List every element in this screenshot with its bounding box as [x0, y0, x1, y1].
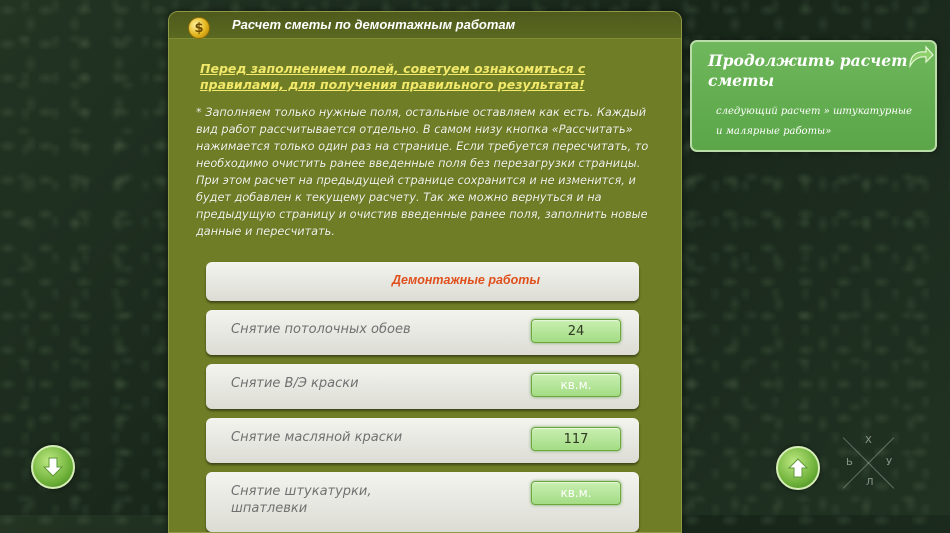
section-header-row: Демонтажные работы: [206, 262, 639, 301]
logo-letter: Х: [865, 435, 872, 446]
work-label: Снятие масляной краски: [231, 430, 403, 445]
logo-letter: У: [886, 457, 893, 468]
scroll-up-button[interactable]: [776, 446, 820, 490]
area-input[interactable]: [531, 319, 621, 343]
work-label: Снятие В/Э краски: [231, 376, 359, 391]
coin-icon: $: [188, 17, 210, 39]
work-row: Снятие В/Э краски: [206, 364, 639, 409]
area-input[interactable]: [531, 373, 621, 397]
continue-subtitle: следующий расчет » штукатурные и малярны…: [716, 106, 912, 137]
panel-header: $ Расчет сметы по демонтажным работам: [169, 12, 681, 39]
redo-arrow-icon: [909, 45, 934, 69]
estimate-panel: $ Расчет сметы по демонтажным работам Пе…: [168, 11, 682, 533]
logo-letter: Ь: [846, 457, 853, 468]
rules-link[interactable]: Перед заполнением полей, советуем ознако…: [200, 61, 640, 93]
arrow-down-icon: [42, 457, 64, 477]
work-row: Снятие масляной краски: [206, 418, 639, 463]
decorative-logo: Х Ь У Л: [839, 433, 899, 493]
scroll-down-button[interactable]: [31, 445, 75, 489]
work-label: Снятие штукатурки, шпатлевки: [231, 484, 372, 516]
area-input[interactable]: [531, 481, 621, 505]
arrow-up-icon: [787, 458, 809, 478]
logo-letter: Л: [866, 477, 874, 488]
work-label: Снятие потолочных обоев: [231, 322, 411, 337]
work-row: Снятие штукатурки, шпатлевки: [206, 472, 639, 532]
work-row: Снятие потолочных обоев: [206, 310, 639, 355]
panel-title: Расчет сметы по демонтажным работам: [232, 17, 516, 32]
instructions-text: * Заполняем только нужные поля, остальны…: [196, 106, 649, 238]
continue-calculation-card[interactable]: Продолжить расчет сметы следующий расчет…: [690, 40, 937, 152]
area-input[interactable]: [531, 427, 621, 451]
section-title: Демонтажные работы: [392, 273, 541, 287]
continue-title: Продолжить расчет сметы: [708, 51, 908, 90]
